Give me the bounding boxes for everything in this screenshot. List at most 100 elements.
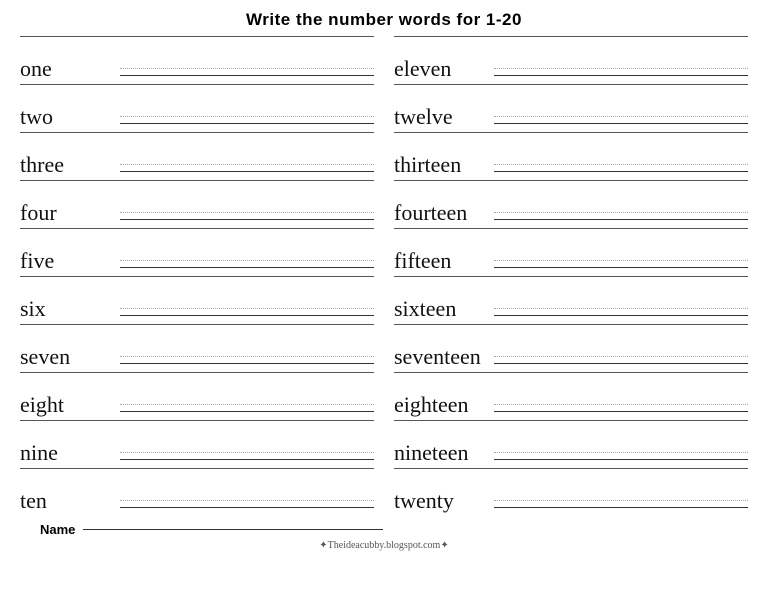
write-lines-six xyxy=(120,308,374,322)
write-lines-nine xyxy=(120,452,374,466)
solid-line xyxy=(120,315,374,316)
write-lines-fourteen xyxy=(494,212,748,226)
solid-line xyxy=(494,315,748,316)
solid-line xyxy=(494,411,748,412)
dotted-line xyxy=(494,212,748,213)
solid-line xyxy=(120,123,374,124)
list-item: twenty xyxy=(394,468,748,514)
solid-line xyxy=(494,507,748,508)
number-word-one: one xyxy=(20,58,120,82)
write-lines-fifteen xyxy=(494,260,748,274)
solid-line xyxy=(120,363,374,364)
write-lines-thirteen xyxy=(494,164,748,178)
write-lines-seventeen xyxy=(494,356,748,370)
dotted-line xyxy=(494,260,748,261)
dotted-line xyxy=(494,308,748,309)
number-word-twenty: twenty xyxy=(394,490,494,514)
number-word-two: two xyxy=(20,106,120,130)
write-lines-eight xyxy=(120,404,374,418)
solid-line xyxy=(120,171,374,172)
solid-line xyxy=(120,219,374,220)
solid-line xyxy=(494,171,748,172)
number-word-four: four xyxy=(20,202,120,226)
dotted-line xyxy=(494,404,748,405)
list-item: fifteen xyxy=(394,228,748,274)
content-grid: one two three xyxy=(20,36,748,516)
list-item: fourteen xyxy=(394,180,748,226)
number-word-nineteen: nineteen xyxy=(394,442,494,466)
dotted-line xyxy=(120,500,374,501)
list-item: eleven xyxy=(394,36,748,82)
dotted-line xyxy=(120,212,374,213)
page-title: Write the number words for 1-20 xyxy=(20,10,748,30)
write-lines-nineteen xyxy=(494,452,748,466)
write-lines-three xyxy=(120,164,374,178)
write-lines-sixteen xyxy=(494,308,748,322)
write-lines-two xyxy=(120,116,374,130)
number-word-fifteen: fifteen xyxy=(394,250,494,274)
number-word-seven: seven xyxy=(20,346,120,370)
list-item: ten xyxy=(20,468,374,514)
solid-line xyxy=(494,219,748,220)
solid-line xyxy=(120,459,374,460)
dotted-line xyxy=(494,164,748,165)
dotted-line xyxy=(120,116,374,117)
list-item: thirteen xyxy=(394,132,748,178)
list-item: nine xyxy=(20,420,374,466)
list-item: one xyxy=(20,36,374,82)
footer-url: ✦Theideacubby.blogspot.com✦ xyxy=(20,540,748,551)
right-column: eleven twelve thirteen xyxy=(394,36,748,516)
list-item: nineteen xyxy=(394,420,748,466)
list-item: three xyxy=(20,132,374,178)
list-item: four xyxy=(20,180,374,226)
number-word-eighteen: eighteen xyxy=(394,394,494,418)
write-lines-ten xyxy=(120,500,374,514)
dotted-line xyxy=(120,308,374,309)
dotted-line xyxy=(494,116,748,117)
list-item: twelve xyxy=(394,84,748,130)
solid-line xyxy=(120,411,374,412)
list-item: eight xyxy=(20,372,374,418)
list-item: eighteen xyxy=(394,372,748,418)
number-word-ten: ten xyxy=(20,490,120,514)
write-lines-eleven xyxy=(494,68,748,82)
dotted-line xyxy=(120,68,374,69)
write-lines-seven xyxy=(120,356,374,370)
number-word-sixteen: sixteen xyxy=(394,298,494,322)
footer: Name xyxy=(20,522,748,537)
dotted-line xyxy=(494,68,748,69)
list-item: five xyxy=(20,228,374,274)
solid-line xyxy=(494,459,748,460)
dotted-line xyxy=(494,500,748,501)
list-item: two xyxy=(20,84,374,130)
number-word-twelve: twelve xyxy=(394,106,494,130)
number-word-six: six xyxy=(20,298,120,322)
solid-line xyxy=(494,363,748,364)
left-column: one two three xyxy=(20,36,374,516)
solid-line xyxy=(120,75,374,76)
solid-line xyxy=(494,123,748,124)
dotted-line xyxy=(120,260,374,261)
name-label: Name xyxy=(40,522,75,537)
write-lines-one xyxy=(120,68,374,82)
number-word-five: five xyxy=(20,250,120,274)
dotted-line xyxy=(494,452,748,453)
number-word-fourteen: fourteen xyxy=(394,202,494,226)
number-word-three: three xyxy=(20,154,120,178)
list-item: sixteen xyxy=(394,276,748,322)
solid-line xyxy=(120,267,374,268)
solid-line xyxy=(494,75,748,76)
list-item: seventeen xyxy=(394,324,748,370)
dotted-line xyxy=(120,356,374,357)
dotted-line xyxy=(494,356,748,357)
number-word-seventeen: seventeen xyxy=(394,346,494,370)
solid-line xyxy=(494,267,748,268)
number-word-thirteen: thirteen xyxy=(394,154,494,178)
write-lines-eighteen xyxy=(494,404,748,418)
name-line xyxy=(83,529,383,530)
number-word-eleven: eleven xyxy=(394,58,494,82)
list-item: six xyxy=(20,276,374,322)
number-word-nine: nine xyxy=(20,442,120,466)
list-item: seven xyxy=(20,324,374,370)
write-lines-twenty xyxy=(494,500,748,514)
